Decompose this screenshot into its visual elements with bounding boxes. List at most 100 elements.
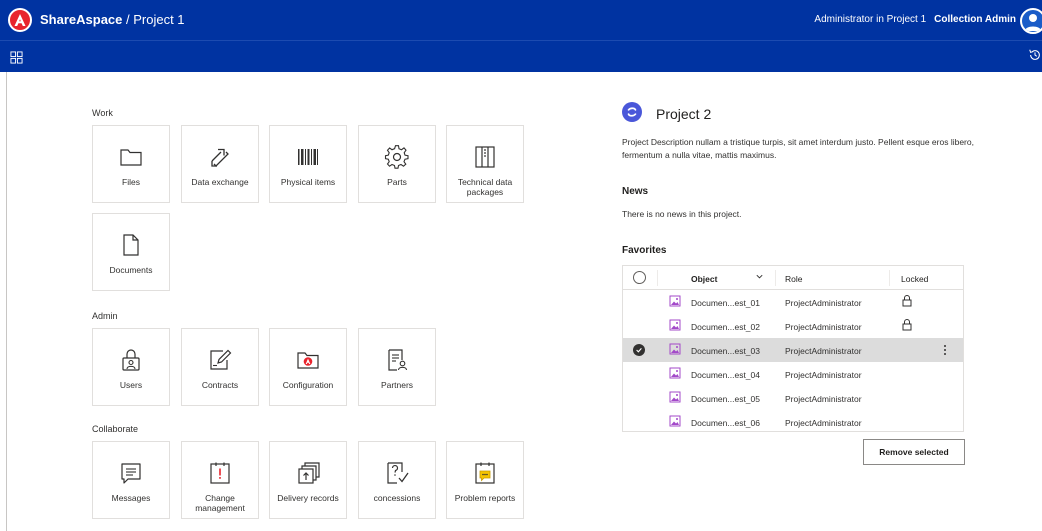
tile-data-exchange[interactable]: Data exchange <box>181 125 259 203</box>
tile-label: Users <box>119 380 143 390</box>
tile-label: Messages <box>111 493 151 503</box>
more-options-icon[interactable] <box>941 343 949 357</box>
table-row[interactable]: Documen...est_04 ProjectAdministrator <box>623 362 963 386</box>
row-object-name[interactable]: Documen...est_01 <box>691 298 760 308</box>
row-object-name[interactable]: Documen...est_04 <box>691 370 760 380</box>
tile-label: Technical data packages <box>457 177 513 197</box>
tile-users[interactable]: Users <box>92 328 170 406</box>
tile-configuration[interactable]: Configuration <box>269 328 347 406</box>
tile-label: Partners <box>380 380 414 390</box>
table-row[interactable]: Documen...est_05 ProjectAdministrator <box>623 386 963 410</box>
document-image-icon <box>669 319 681 331</box>
delivery-records-icon <box>295 460 321 486</box>
column-divider <box>889 270 890 286</box>
collection-admin-link[interactable]: Collection Admin <box>934 14 1016 25</box>
news-text: There is no news in this project. <box>622 209 742 219</box>
tile-label: Physical items <box>280 177 336 187</box>
command-bar <box>0 40 1042 72</box>
tile-label: Change management <box>195 493 245 513</box>
tile-concessions[interactable]: concessions <box>358 441 436 519</box>
table-row[interactable]: Documen...est_01 ProjectAdministrator <box>623 290 963 314</box>
tile-label: Contracts <box>201 380 239 390</box>
document-image-icon <box>669 367 681 379</box>
package-icon <box>472 144 498 170</box>
project-description: Project Description nullam a tristique t… <box>622 137 974 160</box>
top-bar: ShareAspace / Project 1 Administrator in… <box>0 0 1042 40</box>
select-all-checkbox[interactable] <box>633 271 646 284</box>
row-role: ProjectAdministrator <box>785 322 862 332</box>
change-management-icon <box>207 460 233 486</box>
row-object-name[interactable]: Documen...est_05 <box>691 394 760 404</box>
user-context-text: Administrator in Project 1 <box>814 14 927 25</box>
user-avatar-icon[interactable] <box>1020 8 1042 34</box>
table-row[interactable]: Documen...est_03 ProjectAdministrator <box>623 338 963 362</box>
tile-problem-reports[interactable]: Problem reports <box>446 441 524 519</box>
row-object-name[interactable]: Documen...est_02 <box>691 322 760 332</box>
shareaspace-logo-icon[interactable] <box>8 8 32 32</box>
tile-label: Files <box>122 177 140 187</box>
tile-messages[interactable]: Messages <box>92 441 170 519</box>
document-image-icon <box>669 343 681 355</box>
history-icon[interactable] <box>1028 48 1042 64</box>
table-row[interactable]: Documen...est_06 ProjectAdministrator <box>623 410 963 434</box>
chevron-down-icon[interactable] <box>755 272 764 283</box>
row-role: ProjectAdministrator <box>785 346 862 356</box>
column-role[interactable]: Role <box>785 274 802 284</box>
left-divider <box>6 72 7 531</box>
document-image-icon <box>669 295 681 307</box>
tile-label: Data exchange <box>191 177 249 187</box>
tile-technical-data-packages[interactable]: Technical data packages <box>446 125 524 203</box>
tile-change-management[interactable]: Change management <box>181 441 259 519</box>
table-header: Object Role Locked <box>623 266 963 290</box>
tile-documents[interactable]: Documents <box>92 213 170 291</box>
app-grid-icon[interactable] <box>6 47 26 67</box>
row-role: ProjectAdministrator <box>785 418 862 428</box>
row-role: ProjectAdministrator <box>785 394 862 404</box>
barcode-icon <box>295 144 321 170</box>
tile-label: Problem reports <box>454 493 516 503</box>
row-checkmark-icon[interactable] <box>633 344 645 356</box>
row-role: ProjectAdministrator <box>785 298 862 308</box>
tile-label: Configuration <box>282 380 334 390</box>
row-object-name[interactable]: Documen...est_06 <box>691 418 760 428</box>
project-logo-icon <box>622 102 642 122</box>
table-row[interactable]: Documen...est_02 ProjectAdministrator <box>623 314 963 338</box>
row-object-name[interactable]: Documen...est_03 <box>691 346 760 356</box>
problem-report-icon <box>472 460 498 486</box>
column-divider <box>657 270 658 286</box>
news-heading: News <box>622 186 649 197</box>
user-lock-icon <box>118 347 144 373</box>
configuration-folder-icon <box>295 347 321 373</box>
project-crumb[interactable]: / Project 1 <box>122 12 185 27</box>
project-title: Project 2 <box>656 106 712 122</box>
tile-physical-items[interactable]: Physical items <box>269 125 347 203</box>
row-role: ProjectAdministrator <box>785 370 862 380</box>
partners-icon <box>384 347 410 373</box>
user-context: Administrator in Project 1 Collection Adm… <box>814 14 1016 25</box>
tile-label: Parts <box>387 177 407 187</box>
lock-icon <box>901 318 913 332</box>
lock-icon <box>901 294 913 308</box>
document-image-icon <box>669 391 681 403</box>
exchange-arrows-icon <box>207 144 233 170</box>
message-icon <box>118 460 144 486</box>
tile-delivery-records[interactable]: Delivery records <box>269 441 347 519</box>
concessions-icon <box>384 460 410 486</box>
column-locked[interactable]: Locked <box>901 274 928 284</box>
folder-icon <box>118 144 144 170</box>
contract-edit-icon <box>207 347 233 373</box>
gear-icon <box>384 144 410 170</box>
section-work-label: Work <box>92 108 113 118</box>
brand-name[interactable]: ShareAspace <box>40 12 122 27</box>
tile-partners[interactable]: Partners <box>358 328 436 406</box>
tile-parts[interactable]: Parts <box>358 125 436 203</box>
document-image-icon <box>669 415 681 427</box>
remove-selected-button[interactable]: Remove selected <box>863 439 965 465</box>
tile-contracts[interactable]: Contracts <box>181 328 259 406</box>
column-object[interactable]: Object <box>691 274 717 284</box>
favorites-table: Object Role Locked Documen...est_01 Proje… <box>622 265 964 432</box>
section-admin-label: Admin <box>92 311 118 321</box>
favorites-heading: Favorites <box>622 245 667 256</box>
tile-files[interactable]: Files <box>92 125 170 203</box>
document-icon <box>118 232 144 258</box>
